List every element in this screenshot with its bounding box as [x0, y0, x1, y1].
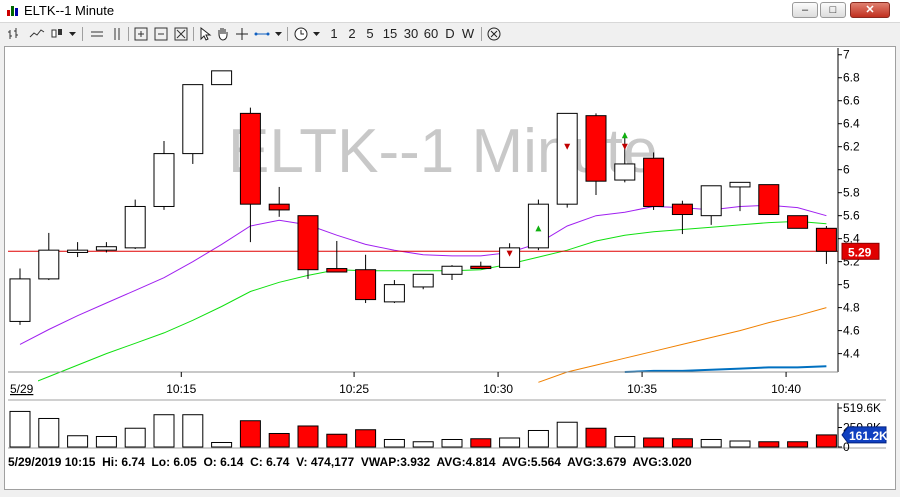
- price-tick-label: 6.8: [843, 71, 860, 85]
- price-tick-label: 6.4: [843, 117, 860, 131]
- candle-body: [9, 278, 31, 322]
- volume-bar: [67, 435, 89, 448]
- volume-bar: [297, 425, 319, 448]
- volume-bar: [412, 441, 434, 448]
- candle-body: [758, 184, 780, 216]
- candle-body: [38, 249, 60, 280]
- volume-bar: [38, 417, 60, 448]
- candle-body: [182, 84, 204, 155]
- time-tick-label: 10:25: [339, 382, 369, 396]
- volume-bar: [643, 437, 665, 448]
- price-chart[interactable]: ELTK--1 Minute 4.44.64.855.25.45.65.866.…: [0, 0, 900, 497]
- volume-bar: [153, 414, 175, 448]
- time-tick-label: 10:30: [483, 382, 513, 396]
- time-tick-label: 10:40: [771, 382, 801, 396]
- candle-body: [671, 203, 693, 216]
- price-tick-label: 6: [843, 163, 850, 177]
- volume-bar: [383, 438, 405, 448]
- volume-bar: [355, 429, 377, 448]
- current-volume-label: 161.2K: [849, 429, 888, 443]
- volume-bar: [815, 434, 837, 448]
- candle-body: [585, 115, 607, 182]
- candle-body: [815, 227, 837, 252]
- volume-bar: [441, 438, 463, 448]
- volume-bar: [787, 441, 809, 448]
- moving-average-line: [624, 365, 827, 373]
- price-tick-label: 6.6: [843, 94, 860, 108]
- volume-bar: [211, 441, 233, 448]
- volume-tick-label: 519.6K: [843, 401, 881, 415]
- candle-body: [297, 215, 319, 271]
- volume-bar: [585, 427, 607, 448]
- price-tick-label: 5: [843, 278, 850, 292]
- volume-bar: [470, 438, 492, 448]
- candle-body: [355, 269, 377, 301]
- volume-bar: [124, 427, 146, 448]
- date-label: 5/29: [10, 382, 34, 396]
- time-tick-label: 10:35: [627, 382, 657, 396]
- volume-bar: [671, 438, 693, 448]
- volume-bar: [527, 429, 549, 448]
- candle-body: [729, 181, 751, 188]
- volume-bar: [729, 440, 751, 448]
- price-tick-label: 4.8: [843, 301, 860, 315]
- price-tick-label: 4.6: [843, 324, 860, 338]
- price-tick-label: 5.8: [843, 186, 860, 200]
- current-price-label: 5.29: [848, 245, 872, 259]
- candle-body: [556, 112, 578, 205]
- volume-bar: [700, 438, 722, 448]
- candle-body: [700, 185, 722, 217]
- volume-bar: [614, 435, 636, 448]
- volume-bar: [95, 435, 117, 448]
- price-tick-label: 4.4: [843, 347, 860, 361]
- volume-bar: [9, 410, 31, 448]
- volume-bar: [268, 432, 290, 448]
- candle-body: [239, 112, 261, 205]
- volume-bar: [239, 420, 261, 448]
- candle-body: [211, 70, 233, 86]
- candle-body: [614, 163, 636, 181]
- volume-bar: [182, 414, 204, 448]
- volume-bar: [326, 433, 348, 448]
- price-tick-label: 5.6: [843, 209, 860, 223]
- candle-body: [268, 203, 290, 211]
- candle-body: [643, 157, 665, 207]
- candle-body: [441, 265, 463, 275]
- candle-body: [124, 205, 146, 249]
- volume-bar: [556, 421, 578, 448]
- price-tick-label: 7: [843, 48, 850, 62]
- candle-body: [787, 215, 809, 229]
- candle-body: [67, 249, 89, 253]
- candle-body: [383, 284, 405, 303]
- volume-bar: [758, 441, 780, 448]
- candle-body: [470, 265, 492, 270]
- candle-body: [153, 153, 175, 207]
- volume-bar: [499, 437, 521, 448]
- price-tick-label: 6.2: [843, 140, 860, 154]
- status-line: 5/29/2019 10:15 Hi: 6.74 Lo: 6.05 O: 6.1…: [8, 455, 692, 469]
- candle-body: [95, 246, 117, 251]
- candle-body: [326, 268, 348, 273]
- candle-body: [412, 273, 434, 288]
- time-tick-label: 10:15: [166, 382, 196, 396]
